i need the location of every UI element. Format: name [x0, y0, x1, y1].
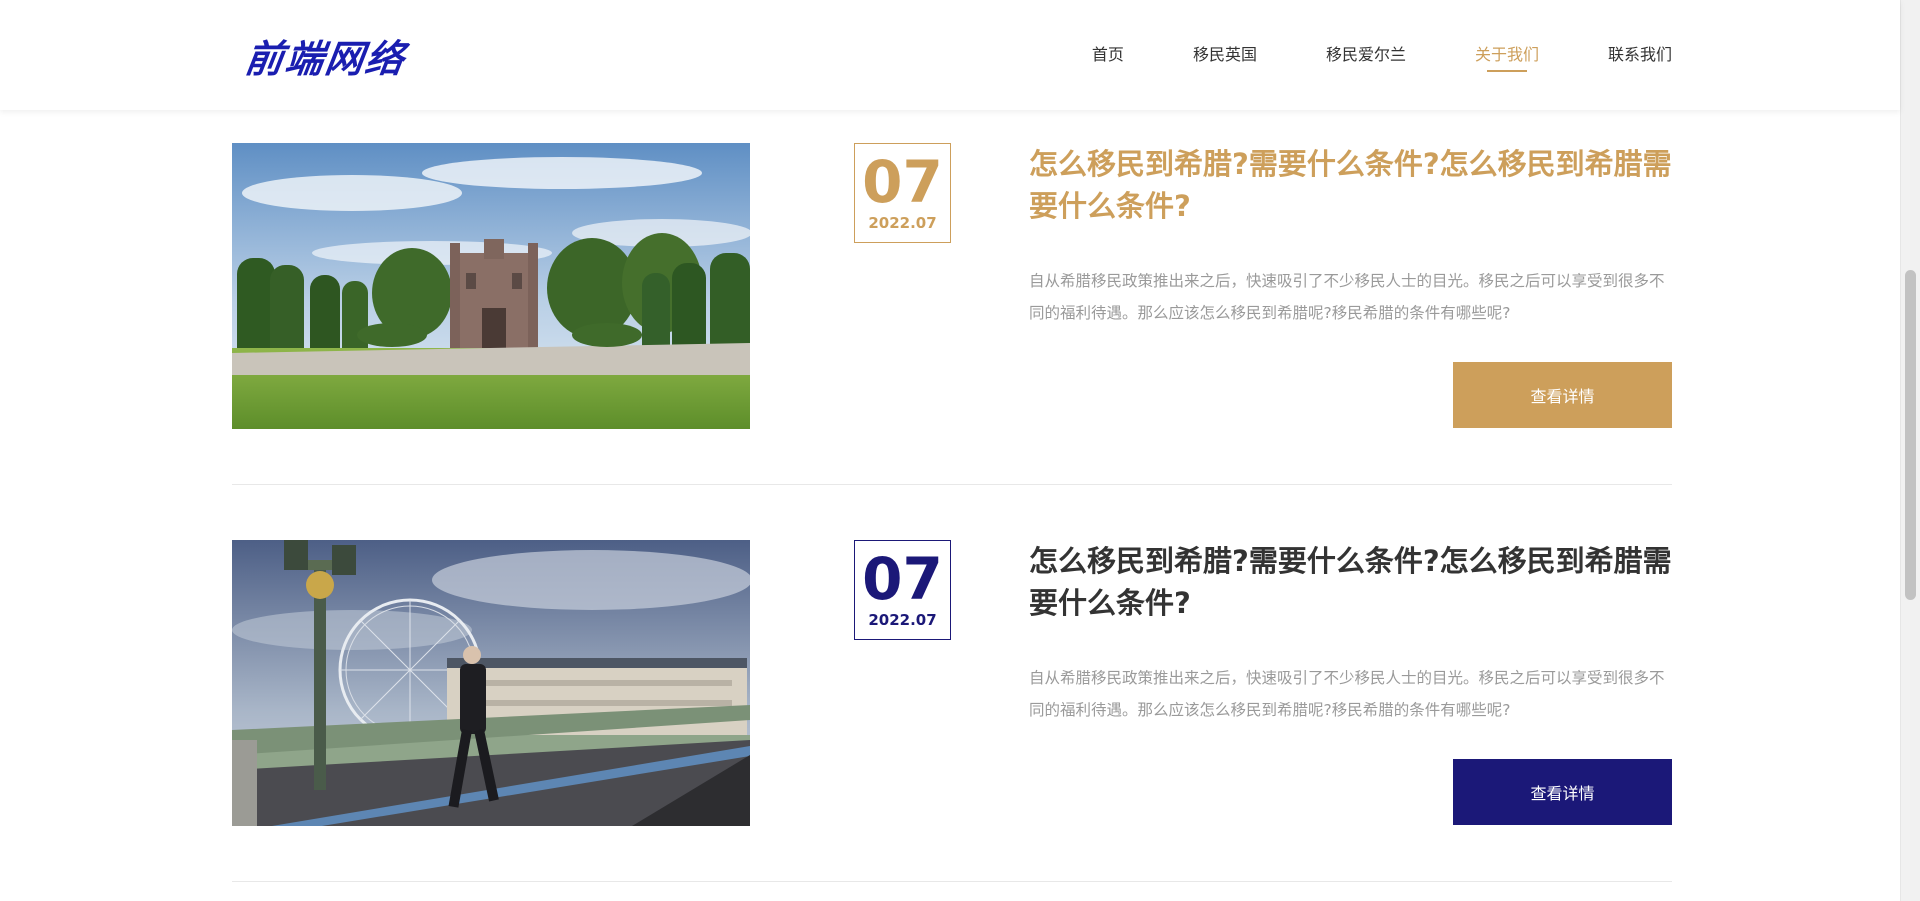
view-details-button[interactable]: 查看详情: [1453, 362, 1672, 428]
site-logo[interactable]: 前端网络: [242, 28, 410, 83]
scrollbar-thumb[interactable]: [1905, 270, 1916, 600]
date-year-month: 2022.07: [868, 611, 937, 629]
article-card: 07 2022.07 怎么移民到希腊?需要什么条件?怎么移民到希腊需要什么条件?…: [232, 143, 1672, 429]
article-description: 自从希腊移民政策推出来之后，快速吸引了不少移民人士的目光。移民之后可以享受到很多…: [1029, 272, 1665, 322]
nav-item-uk[interactable]: 移民英国: [1193, 0, 1257, 110]
view-details-button[interactable]: 查看详情: [1453, 759, 1672, 825]
article-card: 07 2022.07 怎么移民到希腊?需要什么条件?怎么移民到希腊需要什么条件?…: [232, 540, 1672, 826]
site-header: 前端网络 首页 移民英国 移民爱尔兰 关于我们 联系我们: [0, 0, 1900, 110]
article-title[interactable]: 怎么移民到希腊?需要什么条件?怎么移民到希腊需要什么条件?: [1029, 540, 1689, 624]
date-badge: 07 2022.07: [854, 540, 951, 640]
article-image[interactable]: [232, 540, 750, 826]
article-image[interactable]: [232, 143, 750, 429]
article-title[interactable]: 怎么移民到希腊?需要什么条件?怎么移民到希腊需要什么条件?: [1029, 143, 1689, 227]
nav-item-about[interactable]: 关于我们: [1475, 0, 1539, 110]
article-divider: [232, 484, 1672, 485]
article-divider: [232, 881, 1672, 882]
nav-active-underline: [1486, 70, 1527, 72]
date-year-month: 2022.07: [868, 214, 937, 232]
date-day: 07: [862, 148, 943, 216]
nav-item-ireland[interactable]: 移民爱尔兰: [1326, 0, 1406, 110]
nav-item-home[interactable]: 首页: [1092, 0, 1124, 110]
article-description: 自从希腊移民政策推出来之后，快速吸引了不少移民人士的目光。移民之后可以享受到很多…: [1029, 669, 1665, 719]
nav-item-about-label: 关于我们: [1474, 45, 1539, 64]
main-nav: 首页 移民英国 移民爱尔兰 关于我们 联系我们: [1023, 0, 1672, 110]
date-badge: 07 2022.07: [854, 143, 951, 243]
castle-garden-photo: [232, 143, 750, 429]
date-day: 07: [862, 545, 943, 613]
london-bridge-photo: [232, 540, 750, 826]
page-scrollbar[interactable]: [1900, 0, 1920, 901]
nav-item-contact[interactable]: 联系我们: [1608, 0, 1672, 110]
